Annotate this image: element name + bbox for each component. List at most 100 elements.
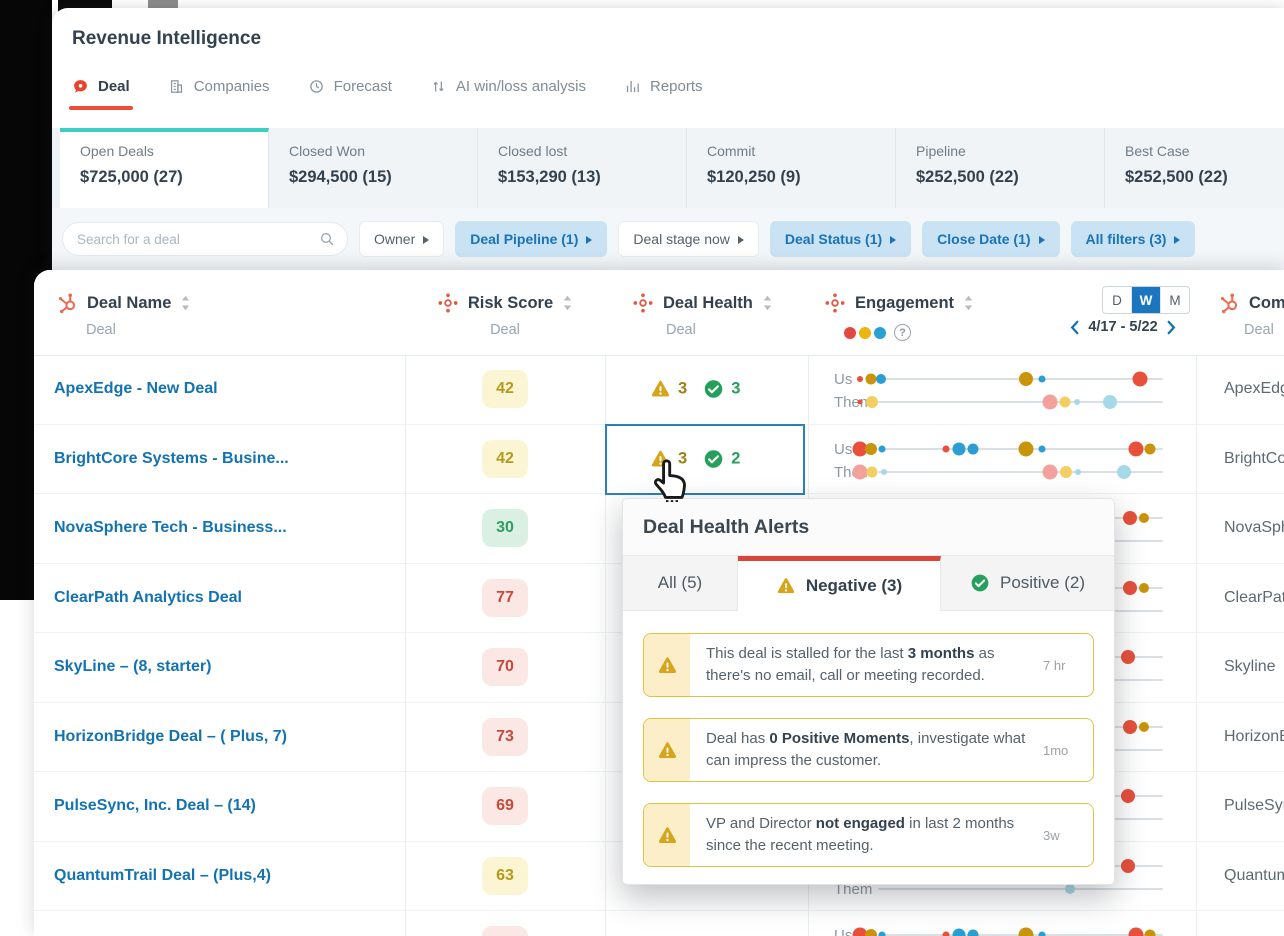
summary-card-open-deals[interactable]: Open Deals$725,000 (27) xyxy=(60,128,269,208)
deal-health-alerts-popup: Deal Health Alerts All (5)Negative (3)Po… xyxy=(622,498,1115,885)
alert-card[interactable]: This deal is stalled for the last 3 mont… xyxy=(643,633,1094,697)
summary-card-label: Commit xyxy=(707,143,895,159)
engagement-dot xyxy=(1043,395,1058,410)
col-label: Engagement xyxy=(855,294,954,313)
sort-icon[interactable] xyxy=(963,294,974,312)
engagement-dot xyxy=(857,376,863,382)
alert-card[interactable]: Deal has 0 Positive Moments, investigate… xyxy=(643,718,1094,782)
period-option-d[interactable]: D xyxy=(1103,287,1132,313)
engagement-dot xyxy=(866,374,877,385)
alert-icon-box xyxy=(644,634,690,696)
engagement-dot xyxy=(1139,583,1149,593)
deal-name-link[interactable]: ApexEdge - New Deal xyxy=(54,380,218,398)
engagement-dot xyxy=(943,932,950,936)
engagement-dot xyxy=(866,396,878,408)
deal-name-link[interactable]: HorizonBridge Deal – ( Plus, 7) xyxy=(54,728,287,746)
deal-name-link[interactable]: PulseSync, Inc. Deal – (14) xyxy=(54,797,256,815)
metric-icon xyxy=(437,292,459,314)
summary-card-commit[interactable]: Commit$120,250 (9) xyxy=(687,128,896,208)
filter-pill-owner[interactable]: Owner xyxy=(359,221,444,257)
engagement-dot xyxy=(1065,884,1075,894)
engagement-them-row: Them xyxy=(834,464,1194,480)
risk-score-badge: 42 xyxy=(482,370,528,408)
engagement-dot xyxy=(968,930,979,936)
nav-tab-deal[interactable]: Deal xyxy=(72,78,130,110)
engagement-dot xyxy=(1039,445,1046,452)
summary-card-best-case[interactable]: Best Case$252,500 (22) xyxy=(1105,128,1284,208)
sort-icon[interactable] xyxy=(180,294,191,312)
alert-text: Deal has 0 Positive Moments, investigate… xyxy=(690,728,1043,772)
check-icon xyxy=(703,379,724,400)
summary-card-pipeline[interactable]: Pipeline$252,500 (22) xyxy=(896,128,1105,208)
nav-tab-forecast[interactable]: Forecast xyxy=(308,78,392,110)
popup-tab-all-5[interactable]: All (5) xyxy=(623,556,738,611)
engagement-dot xyxy=(1133,372,1148,387)
search-box[interactable] xyxy=(62,222,348,256)
col-sub-label: Deal xyxy=(405,322,605,338)
engagement-them-row: Them xyxy=(834,394,1194,410)
filter-pill-close-date-1[interactable]: Close Date (1) xyxy=(922,221,1059,257)
deal-name-link[interactable]: QuantumTrail Deal – (Plus,4) xyxy=(54,867,271,885)
col-sub-label: Deal xyxy=(86,322,116,338)
risk-score-badge: 77 xyxy=(482,579,528,617)
filter-pill-deal-status-1[interactable]: Deal Status (1) xyxy=(770,221,911,257)
period-option-w[interactable]: W xyxy=(1132,287,1161,313)
col-header-deal-name[interactable]: Deal Name xyxy=(56,292,191,314)
positive-count: 2 xyxy=(731,449,740,468)
alert-time: 3w xyxy=(1043,804,1093,866)
check-icon xyxy=(970,573,990,593)
risk-score-badge: 73 xyxy=(482,718,528,756)
deal-name-link[interactable]: SkyLine – (8, starter) xyxy=(54,658,211,676)
date-range-label: 4/17 - 5/22 xyxy=(1088,319,1157,335)
summary-card-closed-lost[interactable]: Closed lost$153,290 (13) xyxy=(478,128,687,208)
col-header-risk-score[interactable]: Risk Score xyxy=(405,292,605,314)
summary-cards: Open Deals$725,000 (27)Closed Won$294,50… xyxy=(52,128,1284,208)
nav-tab-companies[interactable]: Companies xyxy=(168,78,270,110)
sort-icon[interactable] xyxy=(562,294,573,312)
engagement-dot xyxy=(1043,464,1058,479)
filter-pill-deal-pipeline-1[interactable]: Deal Pipeline (1) xyxy=(455,221,607,257)
deal-name-link[interactable]: NovaSphere Tech - Business... xyxy=(54,519,287,537)
summary-card-label: Open Deals xyxy=(80,143,268,159)
alert-warning-icon xyxy=(657,655,678,676)
col-sub-label: Deal xyxy=(1244,322,1274,338)
company-name: ApexEdge xyxy=(1224,380,1284,398)
alert-card[interactable]: VP and Director not engaged in last 2 mo… xyxy=(643,803,1094,867)
filter-pill-label: Close Date (1) xyxy=(937,231,1030,247)
nav-tab-reports[interactable]: Reports xyxy=(624,78,703,110)
engagement-dot xyxy=(1039,376,1046,383)
col-header-company[interactable]: Comp xyxy=(1218,292,1284,314)
col-label: Deal Health xyxy=(663,294,753,313)
deal-name-link[interactable]: BrightCore Systems - Busine... xyxy=(54,450,289,468)
engagement-dot xyxy=(1019,372,1033,386)
chevron-right-icon[interactable] xyxy=(1166,320,1177,335)
summary-card-value: $252,500 (22) xyxy=(916,168,1104,187)
col-header-deal-health[interactable]: Deal Health xyxy=(632,292,773,314)
filter-pill-deal-stage-now[interactable]: Deal stage now xyxy=(618,221,759,257)
company-name: ClearPath xyxy=(1224,589,1284,607)
engagement-legend-dot xyxy=(859,327,871,339)
gong-logo-icon xyxy=(72,78,89,95)
forecast-icon xyxy=(308,78,325,95)
alert-icon-box xyxy=(644,719,690,781)
nav-tab-label: Forecast xyxy=(334,78,392,95)
filter-pill-label: Deal stage now xyxy=(633,231,730,247)
filter-pill-all-filters-3[interactable]: All filters (3) xyxy=(1071,221,1196,257)
company-name: BrightCor xyxy=(1224,450,1284,468)
popup-tab-negative-3[interactable]: Negative (3) xyxy=(738,556,941,611)
warning-icon xyxy=(776,576,796,596)
search-input[interactable] xyxy=(75,231,319,248)
help-icon[interactable]: ? xyxy=(894,324,911,341)
deal-name-link[interactable]: ClearPath Analytics Deal xyxy=(54,589,242,607)
engagement-dot xyxy=(1074,399,1080,405)
popup-alerts: This deal is stalled for the last 3 mont… xyxy=(623,611,1114,867)
col-header-engagement[interactable]: Engagement xyxy=(824,292,974,314)
chevron-left-icon[interactable] xyxy=(1069,320,1080,335)
deal-health-cell[interactable]: 33 xyxy=(650,379,740,400)
summary-card-closed-won[interactable]: Closed Won$294,500 (15) xyxy=(269,128,478,208)
sort-icon[interactable] xyxy=(762,294,773,312)
nav-tab-ai-win-loss-analysis[interactable]: AI win/loss analysis xyxy=(430,78,586,110)
popup-tab-positive-2[interactable]: Positive (2) xyxy=(941,556,1114,611)
period-option-m[interactable]: M xyxy=(1161,287,1189,313)
risk-score-badge: 30 xyxy=(482,509,528,547)
